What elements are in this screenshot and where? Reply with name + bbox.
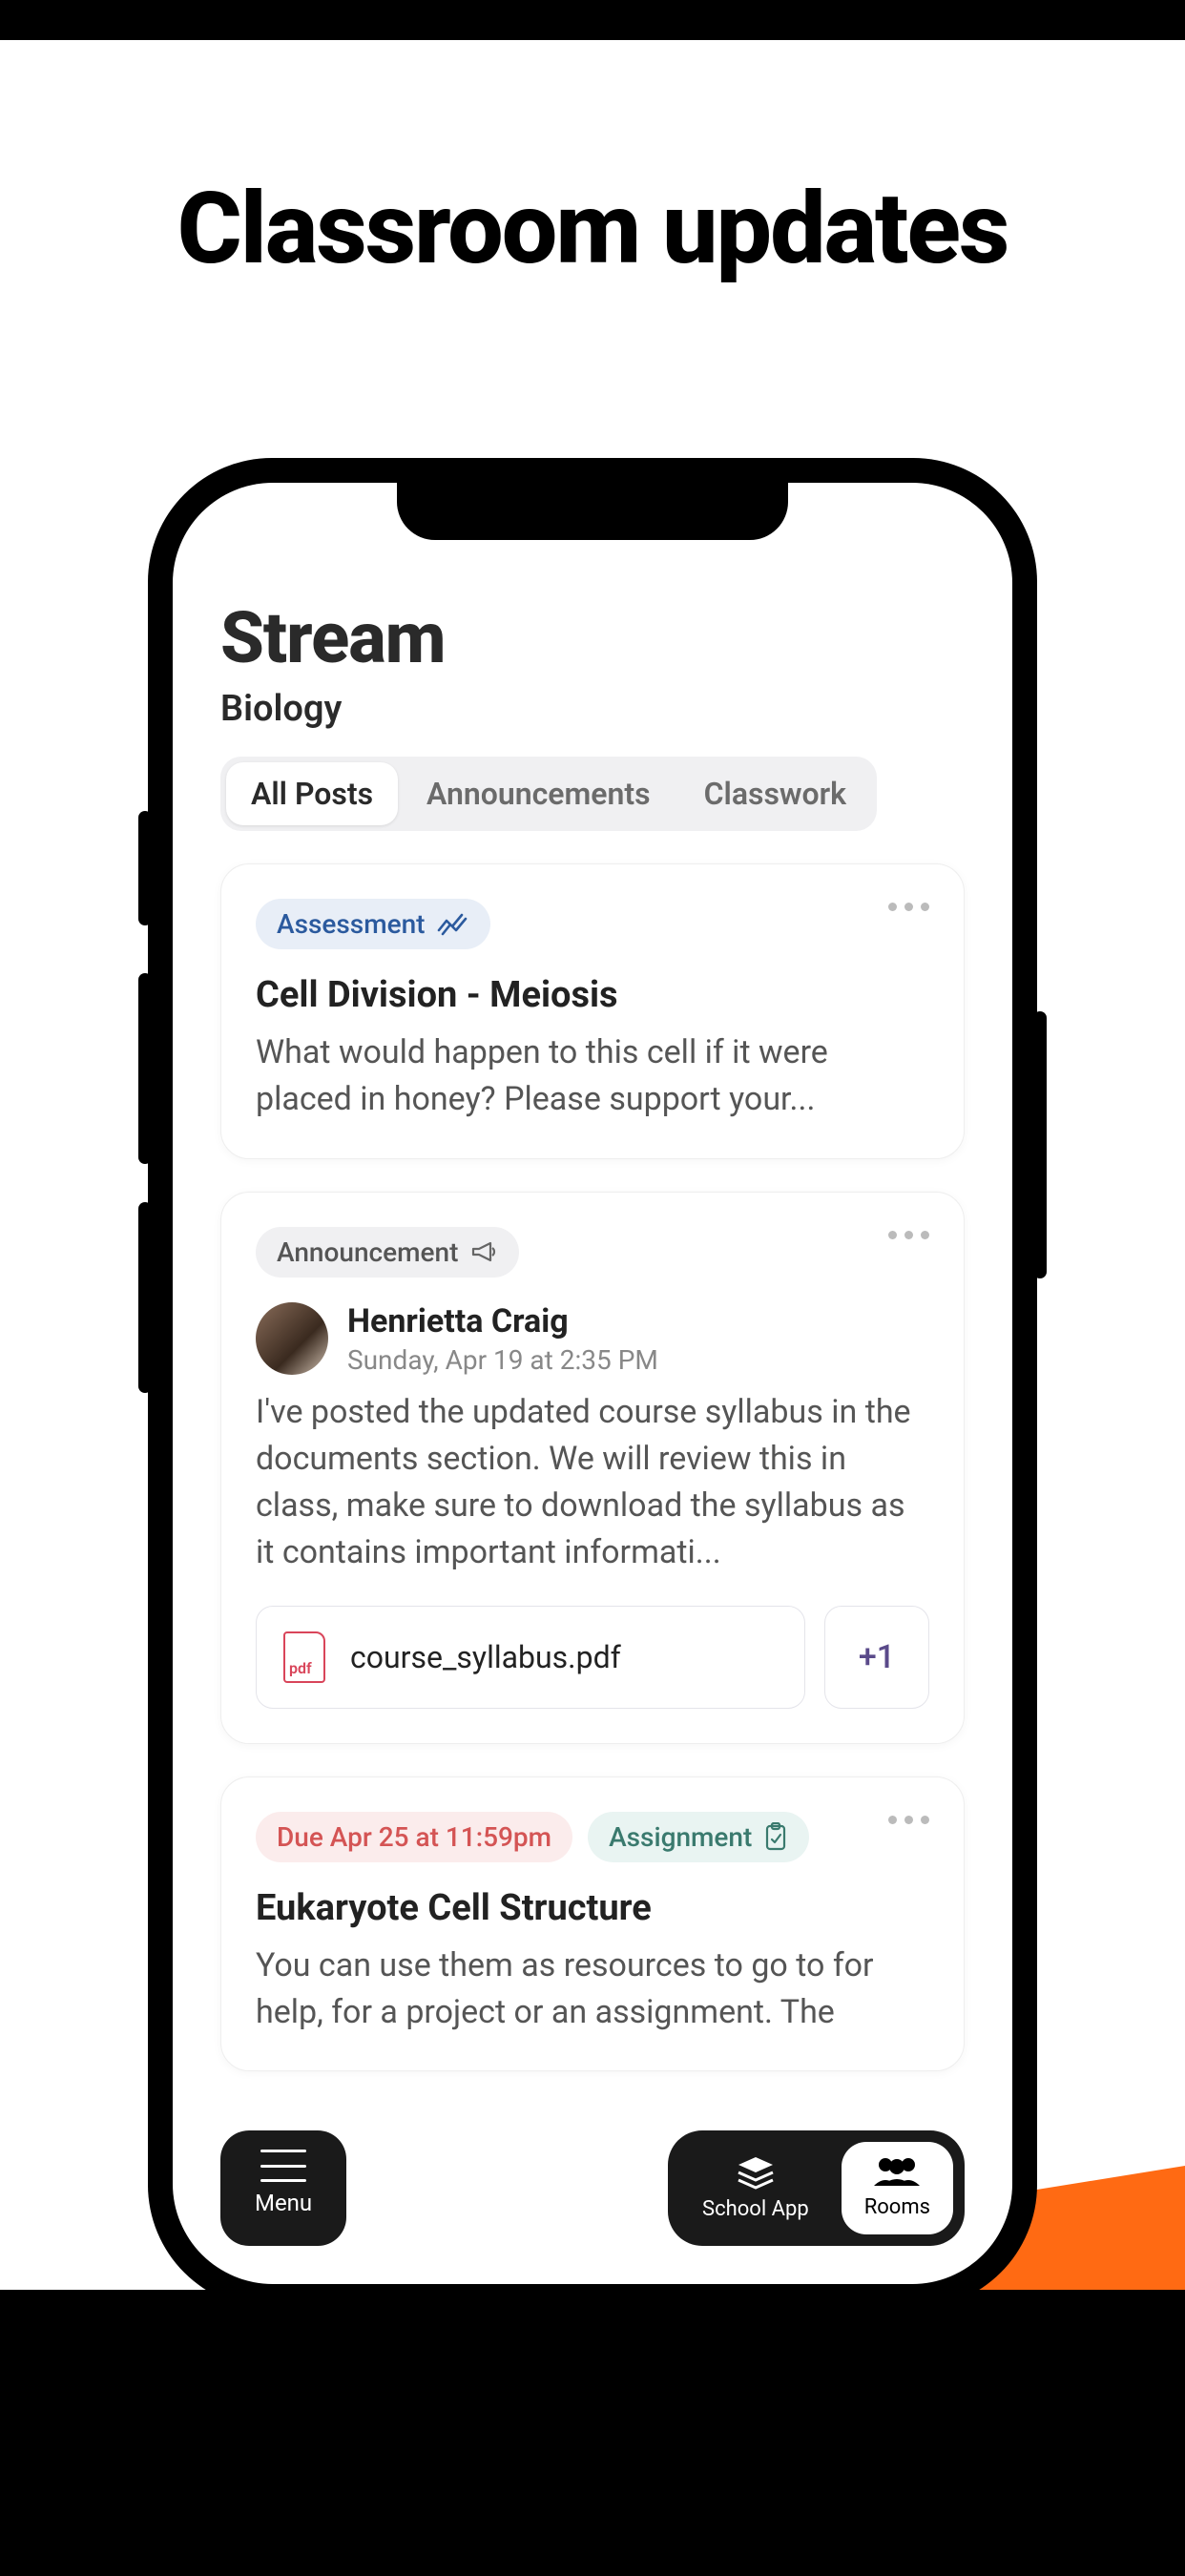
badge-row: Announcement xyxy=(256,1227,929,1278)
badge-label: Assessment xyxy=(277,908,426,940)
attachment-name: course_syllabus.pdf xyxy=(350,1639,621,1675)
hamburger-icon xyxy=(260,2150,306,2182)
avatar[interactable] xyxy=(256,1302,328,1375)
tab-all-posts[interactable]: All Posts xyxy=(226,762,398,825)
page-title: Stream xyxy=(220,597,965,680)
author-name: Henrietta Craig xyxy=(347,1302,658,1340)
people-icon xyxy=(870,2155,924,2188)
menu-label: Menu xyxy=(255,2190,312,2216)
attachment-more[interactable]: +1 xyxy=(824,1606,929,1709)
attachment-file[interactable]: course_syllabus.pdf xyxy=(256,1606,805,1709)
post-body: I've posted the updated course syllabus … xyxy=(256,1389,929,1577)
marketing-title: Classroom updates xyxy=(0,172,1185,287)
more-options-icon[interactable] xyxy=(888,1231,929,1239)
chart-icon xyxy=(437,913,469,936)
post-title: Eukaryote Cell Structure xyxy=(256,1887,929,1929)
app-toggle: School App Rooms xyxy=(668,2130,965,2246)
page-subtitle: Biology xyxy=(220,688,965,730)
post-body: What would happen to this cell if it wer… xyxy=(256,1029,929,1124)
clipboard-icon xyxy=(763,1822,788,1851)
author-row: Henrietta Craig Sunday, Apr 19 at 2:35 P… xyxy=(256,1302,929,1376)
badge-label: Announcement xyxy=(277,1236,458,1268)
phone-side-button xyxy=(1033,1011,1047,1278)
post-timestamp: Sunday, Apr 19 at 2:35 PM xyxy=(347,1344,658,1376)
screen-content: Stream Biology All Posts Announcements C… xyxy=(220,597,965,2071)
more-options-icon[interactable] xyxy=(888,903,929,911)
bottom-nav: Menu School App Rooms xyxy=(220,2130,965,2246)
post-card[interactable]: Due Apr 25 at 11:59pm Assignment Eukaryo… xyxy=(220,1776,965,2072)
pdf-icon xyxy=(283,1631,325,1683)
assignment-badge: Assignment xyxy=(588,1812,809,1862)
rooms-button[interactable]: Rooms xyxy=(842,2142,953,2234)
post-title: Cell Division - Meiosis xyxy=(256,974,929,1016)
decor-black xyxy=(0,2290,1185,2576)
post-body: You can use them as resources to go to f… xyxy=(256,1942,929,2037)
menu-button[interactable]: Menu xyxy=(220,2130,346,2246)
rooms-label: Rooms xyxy=(864,2195,930,2219)
post-card[interactable]: Assessment Cell Division - Meiosis What … xyxy=(220,863,965,1159)
phone-side-button xyxy=(138,811,152,925)
assessment-badge: Assessment xyxy=(256,899,490,949)
megaphone-icon xyxy=(469,1239,498,1264)
phone-side-button xyxy=(138,973,152,1164)
badge-label: Assignment xyxy=(609,1821,752,1853)
due-badge: Due Apr 25 at 11:59pm xyxy=(256,1812,572,1862)
tab-announcements[interactable]: Announcements xyxy=(402,762,676,825)
badge-row: Assessment xyxy=(256,899,929,949)
stack-icon xyxy=(735,2155,777,2190)
tab-classwork[interactable]: Classwork xyxy=(679,762,871,825)
phone-side-button xyxy=(138,1202,152,1393)
announcement-badge: Announcement xyxy=(256,1227,519,1278)
phone-frame: Stream Biology All Posts Announcements C… xyxy=(148,458,1037,2309)
badge-row: Due Apr 25 at 11:59pm Assignment xyxy=(256,1812,929,1862)
phone-notch xyxy=(397,483,788,540)
phone-screen: Stream Biology All Posts Announcements C… xyxy=(173,483,1012,2284)
post-card[interactable]: Announcement Henrietta Craig Sunday, Apr… xyxy=(220,1192,965,1744)
top-bar xyxy=(0,0,1185,40)
school-app-label: School App xyxy=(702,2197,809,2221)
school-app-button[interactable]: School App xyxy=(679,2142,832,2234)
more-options-icon[interactable] xyxy=(888,1816,929,1824)
attachment-row: course_syllabus.pdf +1 xyxy=(256,1606,929,1709)
tab-bar: All Posts Announcements Classwork xyxy=(220,757,877,831)
due-label: Due Apr 25 at 11:59pm xyxy=(277,1821,551,1853)
